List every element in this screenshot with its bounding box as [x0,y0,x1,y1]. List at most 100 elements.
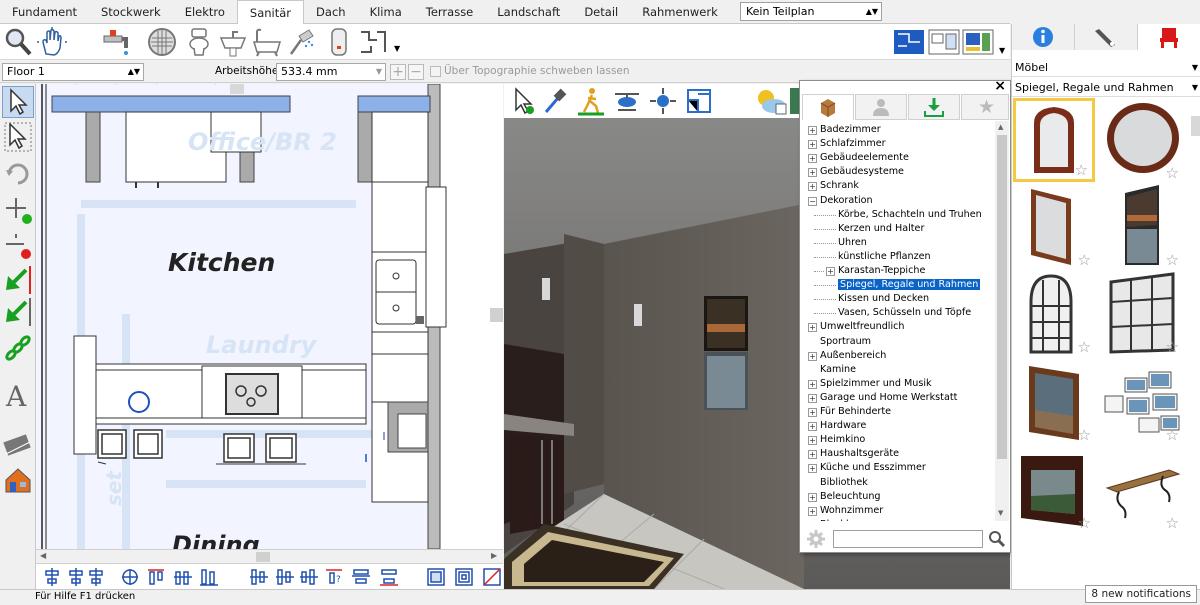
tree-item[interactable]: Hardware [820,419,866,433]
walkthrough-person-icon[interactable] [576,86,606,116]
chain-icon[interactable] [2,332,34,364]
tree-item[interactable]: Umweltfreundlich [820,320,905,334]
tab-klima[interactable]: Klima [358,0,414,23]
add-point-icon[interactable] [2,194,34,226]
tree-item[interactable]: Schlafzimmer [820,137,886,151]
catalog-item[interactable]: ☆ [1013,185,1095,269]
expand-icon[interactable]: + [808,323,817,333]
tree-item[interactable]: Dekoration [820,194,873,208]
tree-item[interactable]: künstliche Pflanzen [838,250,931,264]
gear-icon[interactable] [806,529,826,549]
tree-item[interactable]: Körbe, Schachteln und Truhen [838,208,982,222]
splitter-handle[interactable] [490,308,503,322]
sun-clouds-icon[interactable] [752,86,788,116]
catalog-tab-info[interactable] [1012,24,1075,50]
tree-scrollbar[interactable]: ▲ ▼ [995,121,1009,521]
tree-item[interactable]: Garage und Home Werkstatt [820,391,957,405]
library-tab-favorites[interactable]: ★ [961,94,1009,120]
scroll-down-icon[interactable]: ▼ [998,509,1003,517]
toilet-icon[interactable] [183,26,215,58]
tab-fundament[interactable]: Fundament [0,0,89,23]
rotate-icon[interactable] [2,158,34,190]
catalog-item[interactable]: ☆ [1101,272,1183,356]
tree-item[interactable]: Blockhaus [820,518,869,521]
favorite-star-icon[interactable]: ☆ [1078,251,1091,269]
expand-icon[interactable]: + [808,140,817,150]
expand-icon[interactable]: + [808,506,817,516]
collapse-icon[interactable]: − [808,196,817,206]
plan-horizontal-scrollbar[interactable]: ◀ ▶ [36,549,503,563]
catalog-scroll-thumb[interactable] [1191,116,1200,136]
expand-icon[interactable]: + [808,408,817,417]
catalog-item[interactable]: ☆ [1101,448,1183,532]
tree-item[interactable]: Karastan-Teppiche [838,264,925,278]
3d-select-icon[interactable] [508,86,538,116]
tab-dach[interactable]: Dach [304,0,358,23]
favorite-star-icon[interactable]: ☆ [1166,514,1179,532]
eyedropper-icon[interactable] [540,86,570,116]
tree-item[interactable]: Uhren [838,236,867,250]
tree-item[interactable]: Schrank [820,179,859,193]
library-tab-catalog[interactable] [802,94,854,120]
expand-icon[interactable]: + [808,450,817,460]
expand-icon[interactable]: + [808,422,817,432]
favorite-star-icon[interactable]: ☆ [1078,338,1091,356]
library-search-input[interactable] [833,530,983,548]
partial-plan-select[interactable]: Kein Teilplan ▲▼ [740,2,882,21]
catalog-item[interactable]: ☆ [1101,360,1183,444]
tree-item[interactable]: Küche und Esszimmer [820,461,926,475]
camera-view-icon[interactable] [962,26,994,58]
expand-icon[interactable]: + [808,182,817,192]
tab-detail[interactable]: Detail [572,0,630,23]
tree-item[interactable]: Heimkino [820,433,865,447]
text-tool-icon[interactable]: A [2,380,34,412]
tab-terrasse[interactable]: Terrasse [414,0,486,23]
select-multiple-icon[interactable] [2,121,34,153]
scroll-right-icon[interactable]: ▶ [491,551,497,560]
orbit-icon[interactable] [648,86,678,116]
plan-view-icon[interactable] [893,26,925,58]
search-icon[interactable] [988,530,1006,548]
favorite-star-icon[interactable]: ☆ [1166,251,1179,269]
tree-item[interactable]: Gebäudesysteme [820,165,904,179]
tree-item[interactable]: Badezimmer [820,123,881,137]
tree-item[interactable]: Wohnzimmer [820,504,883,518]
select-tool[interactable] [2,86,34,118]
floor-plan-camera-icon[interactable] [684,86,714,116]
catalog-subcategory-select[interactable]: Spiegel, Regale und Rahmen ▼ [1012,79,1200,97]
work-height-input[interactable]: 533.4 mm ▼ [276,63,386,81]
favorite-star-icon[interactable]: ☆ [1078,514,1091,532]
expand-icon[interactable]: + [808,154,817,164]
zoom-icon[interactable] [2,26,34,58]
move-down-left-icon[interactable] [2,264,34,296]
scroll-left-icon[interactable]: ◀ [40,551,46,560]
expand-icon[interactable]: + [808,464,817,474]
catalog-item[interactable]: ☆ [1013,98,1095,182]
view-dropdown-icon[interactable]: ▼ [999,46,1005,55]
tree-item[interactable]: Kissen und Decken [838,292,929,306]
catalog-item[interactable]: ☆ [1101,98,1183,182]
favorite-star-icon[interactable]: ☆ [1166,426,1179,444]
favorite-star-icon[interactable]: ☆ [1166,164,1179,182]
expand-icon[interactable]: + [826,267,835,276]
bathtub-icon[interactable] [251,26,283,58]
favorite-star-icon[interactable]: ☆ [1078,426,1091,444]
faucet-icon[interactable] [100,26,132,58]
move-down-left-alt-icon[interactable] [2,296,34,328]
topo-checkbox[interactable] [430,66,441,77]
tree-item[interactable]: Spielzimmer und Musik [820,377,932,391]
tab-sanitär[interactable]: Sanitär [236,0,305,25]
catalog-tab-furniture[interactable] [1138,24,1200,50]
tree-item[interactable]: Bibliothek [820,476,868,490]
favorite-star-icon[interactable]: ☆ [1075,161,1088,179]
catalog-tab-pen[interactable] [1075,24,1138,50]
expand-icon[interactable]: + [808,393,817,403]
tree-scroll-thumb[interactable] [997,135,1007,459]
catalog-item[interactable]: ☆ [1013,360,1095,444]
tree-item[interactable]: Haushaltsgeräte [820,447,899,461]
catalog-item[interactable]: ☆ [1013,272,1095,356]
tab-stockwerk[interactable]: Stockwerk [89,0,173,23]
minus-icon[interactable]: − [408,64,424,80]
plan-scroll-thumb[interactable] [256,552,270,562]
expand-icon[interactable]: + [808,379,817,389]
